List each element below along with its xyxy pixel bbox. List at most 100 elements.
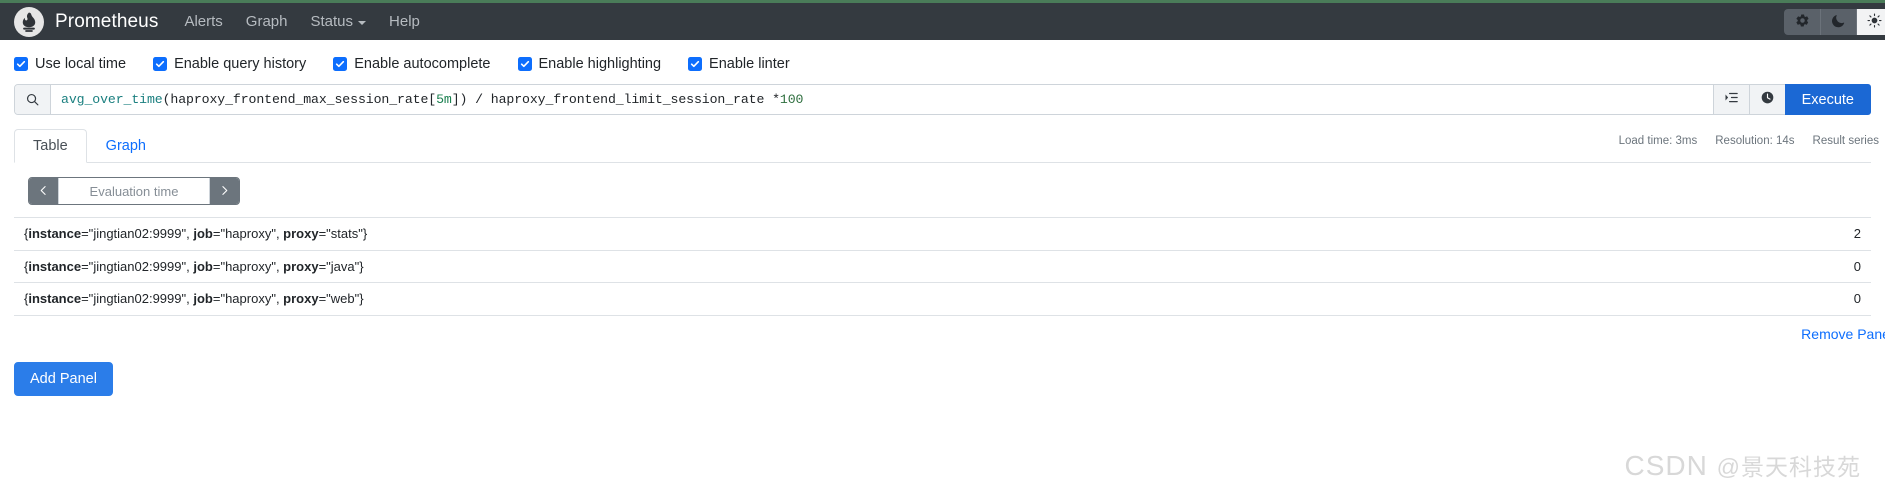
chevron-down-icon bbox=[358, 20, 367, 25]
label-value: java bbox=[330, 258, 355, 274]
evaluation-time-input[interactable]: Evaluation time bbox=[58, 178, 210, 204]
prometheus-torch-logo-icon bbox=[14, 6, 44, 37]
watermark-brand: CSDN bbox=[1624, 450, 1708, 481]
option-enable-highlighting-label: Enable highlighting bbox=[538, 56, 662, 72]
brand[interactable]: Prometheus bbox=[14, 6, 159, 37]
label-value: jingtian02:9999 bbox=[93, 226, 182, 241]
label-value: jingtian02:9999 bbox=[93, 258, 182, 274]
label-name: job bbox=[193, 291, 213, 306]
nav-link-alerts[interactable]: Alerts bbox=[184, 13, 222, 30]
table-row[interactable]: {instance="jingtian02:9999", job="haprox… bbox=[14, 282, 1871, 315]
query-stats: Load time: 3ms Resolution: 14s Result se… bbox=[1619, 135, 1879, 147]
label-name: proxy bbox=[283, 226, 319, 241]
add-panel-row: Add Panel bbox=[0, 326, 1885, 396]
remove-panel-link[interactable]: Remove Panel bbox=[1801, 326, 1885, 342]
query-token-duration: 5m bbox=[436, 92, 452, 107]
query-history-button[interactable] bbox=[1748, 85, 1785, 114]
label-name: instance bbox=[28, 258, 82, 274]
option-enable-query-history-label: Enable query history bbox=[174, 56, 307, 72]
metrics-explorer-button[interactable] bbox=[1712, 85, 1749, 114]
table-row[interactable]: {instance="jingtian02:9999", job="haprox… bbox=[14, 217, 1871, 251]
label-name: proxy bbox=[283, 258, 319, 274]
nav-link-help-label: Help bbox=[389, 13, 420, 30]
option-enable-linter-label: Enable linter bbox=[709, 56, 790, 72]
label-name: proxy bbox=[283, 291, 319, 306]
table-row[interactable]: {instance="jingtian02:9999", job="haprox… bbox=[14, 250, 1871, 283]
option-use-local-time[interactable]: Use local time bbox=[14, 56, 126, 72]
result-tabs: Table Graph Load time: 3ms Resolution: 1… bbox=[14, 129, 1879, 163]
evaluation-time-placeholder: Evaluation time bbox=[89, 183, 179, 199]
execute-button[interactable]: Execute bbox=[1784, 84, 1871, 115]
tab-graph[interactable]: Graph bbox=[87, 129, 165, 163]
label-name: instance bbox=[28, 226, 82, 241]
option-enable-autocomplete[interactable]: Enable autocomplete bbox=[333, 56, 491, 72]
gear-icon bbox=[1795, 13, 1810, 31]
nav-link-status-label: Status bbox=[310, 13, 354, 30]
table-cell-metric: {instance="jingtian02:9999", job="haprox… bbox=[24, 258, 364, 274]
query-token-number: 100 bbox=[779, 92, 804, 107]
query-bar: avg_over_time (haproxy_frontend_max_sessi… bbox=[14, 84, 1871, 115]
tab-table-label: Table bbox=[33, 138, 68, 154]
option-enable-query-history[interactable]: Enable query history bbox=[153, 56, 306, 72]
option-use-local-time-label: Use local time bbox=[35, 56, 127, 72]
table-cell-value: 0 bbox=[1853, 258, 1861, 274]
stat-result-series: Result series bbox=[1812, 135, 1879, 147]
query-panel: Table Graph Load time: 3ms Resolution: 1… bbox=[0, 129, 1885, 342]
table-cell-metric: {instance="jingtian02:9999", job="haprox… bbox=[24, 226, 368, 241]
option-enable-linter[interactable]: Enable linter bbox=[688, 56, 790, 72]
remove-panel-row: Remove Panel bbox=[14, 316, 1885, 342]
search-icon bbox=[15, 85, 51, 114]
option-enable-highlighting[interactable]: Enable highlighting bbox=[517, 56, 662, 72]
query-token-plain-2: ]) / haproxy_frontend_limit_session_rate… bbox=[451, 92, 780, 107]
metrics-explorer-icon bbox=[1724, 90, 1739, 110]
add-panel-button[interactable]: Add Panel bbox=[14, 361, 113, 396]
theme-system-button[interactable] bbox=[1784, 8, 1820, 35]
results-table: {instance="jingtian02:9999", job="haprox… bbox=[14, 217, 1871, 316]
checkbox-checked-icon[interactable] bbox=[517, 57, 532, 71]
checkbox-checked-icon[interactable] bbox=[688, 57, 703, 71]
theme-light-button[interactable] bbox=[1856, 8, 1885, 35]
label-name: instance bbox=[28, 291, 82, 306]
query-bar-wrapper: avg_over_time (haproxy_frontend_max_sessi… bbox=[0, 84, 1885, 115]
tab-table[interactable]: Table bbox=[14, 129, 87, 163]
label-value: jingtian02:9999 bbox=[93, 291, 182, 306]
table-cell-metric: {instance="jingtian02:9999", job="haprox… bbox=[24, 291, 364, 306]
label-value: haproxy bbox=[225, 291, 272, 306]
query-token-function: avg_over_time bbox=[61, 92, 163, 107]
label-name: job bbox=[193, 226, 213, 241]
table-cell-value: 0 bbox=[1853, 291, 1861, 306]
label-value: haproxy bbox=[225, 258, 272, 274]
query-expression-input[interactable]: avg_over_time (haproxy_frontend_max_sessi… bbox=[51, 85, 1713, 114]
query-token-plain-1: (haproxy_frontend_max_session_rate[ bbox=[162, 92, 437, 107]
checkbox-checked-icon[interactable] bbox=[153, 57, 168, 71]
nav-link-graph[interactable]: Graph bbox=[246, 13, 288, 30]
sun-icon bbox=[1867, 12, 1882, 31]
nav-link-help[interactable]: Help bbox=[389, 13, 420, 30]
stat-resolution: Resolution: 14s bbox=[1715, 135, 1795, 147]
option-enable-autocomplete-label: Enable autocomplete bbox=[354, 56, 491, 72]
tab-graph-label: Graph bbox=[105, 138, 146, 154]
moon-icon bbox=[1831, 13, 1846, 31]
stat-load-time: Load time: 3ms bbox=[1618, 135, 1698, 147]
brand-title: Prometheus bbox=[55, 10, 159, 32]
query-history-icon bbox=[1760, 90, 1775, 110]
checkbox-checked-icon[interactable] bbox=[14, 57, 28, 71]
label-value: stats bbox=[330, 226, 359, 241]
label-value: haproxy bbox=[225, 226, 272, 241]
evaluation-next-button[interactable] bbox=[210, 178, 239, 204]
nav-link-graph-label: Graph bbox=[245, 13, 288, 30]
execute-button-label: Execute bbox=[1801, 91, 1854, 108]
nav-link-alerts-label: Alerts bbox=[184, 13, 223, 30]
theme-dark-button[interactable] bbox=[1820, 8, 1856, 35]
top-navbar: Prometheus Alerts Graph Status Help bbox=[0, 0, 1885, 40]
table-cell-value: 2 bbox=[1853, 226, 1861, 241]
nav-link-status[interactable]: Status bbox=[311, 13, 367, 30]
chevron-left-icon bbox=[38, 184, 49, 199]
label-name: job bbox=[193, 258, 213, 274]
watermark-author: @景天科技苑 bbox=[1716, 454, 1861, 480]
evaluation-time-row: Evaluation time bbox=[14, 163, 1871, 205]
evaluation-prev-button[interactable] bbox=[29, 178, 58, 204]
checkbox-checked-icon[interactable] bbox=[333, 57, 348, 71]
csdn-watermark: CSDN @景天科技苑 bbox=[1625, 448, 1861, 482]
nav-links: Alerts Graph Status Help bbox=[184, 13, 419, 30]
